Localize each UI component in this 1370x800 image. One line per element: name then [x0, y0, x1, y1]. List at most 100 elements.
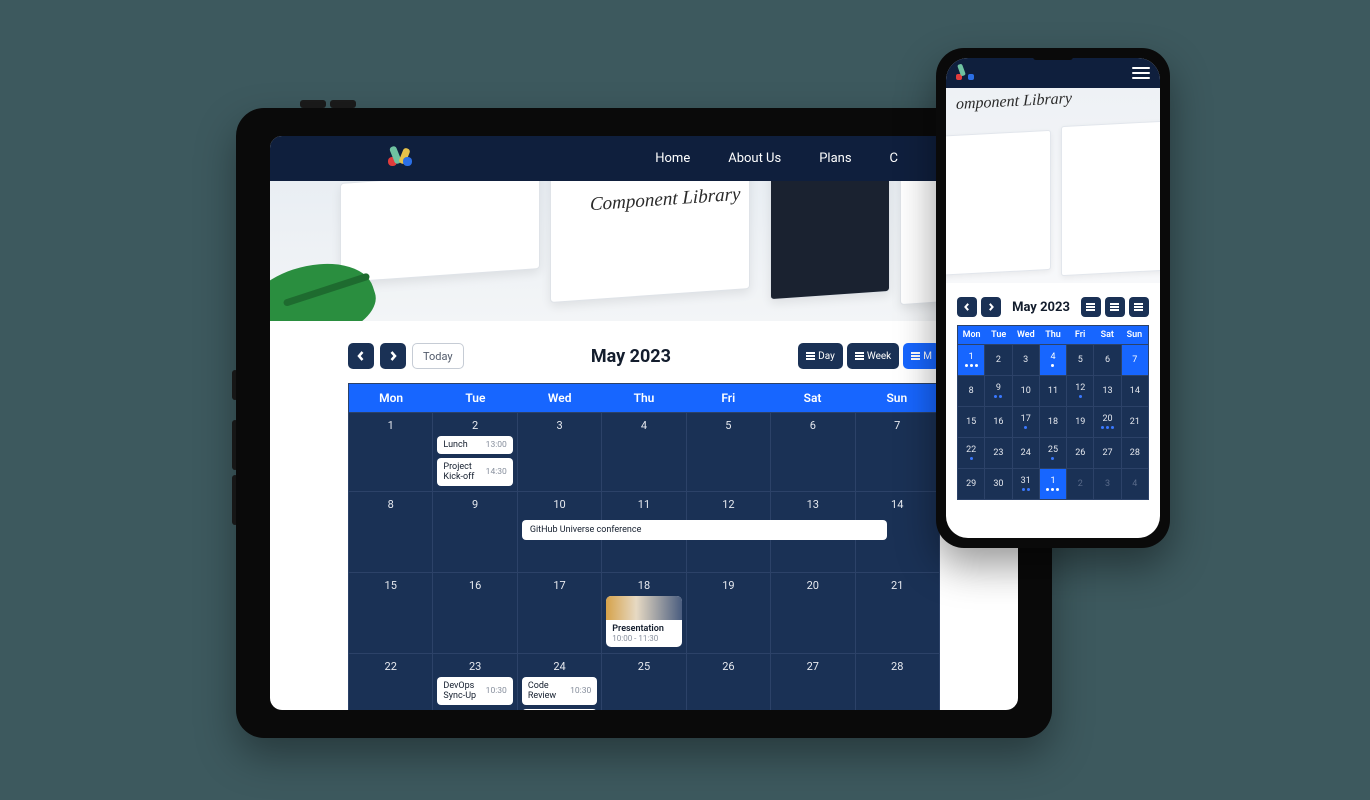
calendar-day[interactable]: 19	[687, 573, 771, 653]
nav-home[interactable]: Home	[655, 151, 690, 166]
day-number: 8	[969, 387, 974, 396]
calendar-day[interactable]: 29	[958, 469, 985, 499]
calendar-day[interactable]: 23	[985, 438, 1012, 468]
calendar-day[interactable]: 13	[1094, 376, 1121, 406]
calendar-day[interactable]: 27	[1094, 438, 1121, 468]
calendar-day[interactable]: 26	[687, 654, 771, 710]
phone-calendar: May 2023 MonTueWedThuFriSatSun 123456789…	[946, 283, 1160, 500]
calendar-day[interactable]: 21	[1122, 407, 1148, 437]
calendar-day[interactable]: 1	[1040, 469, 1067, 499]
calendar-day[interactable]: 31	[1013, 469, 1040, 499]
calendar-day[interactable]: 4	[1040, 345, 1067, 375]
calendar-day[interactable]: 8	[349, 492, 433, 572]
event-dots	[1051, 457, 1054, 460]
view-button[interactable]	[1105, 297, 1125, 317]
calendar-day[interactable]: 27	[771, 654, 855, 710]
calendar-day[interactable]: 1	[349, 413, 433, 491]
calendar-event[interactable]: Project Kick-off14:30	[437, 458, 512, 486]
calendar-day[interactable]: 30	[985, 469, 1012, 499]
calendar-day[interactable]: 16	[433, 573, 517, 653]
calendar-day[interactable]: 6	[1094, 345, 1121, 375]
calendar-day[interactable]: 6	[771, 413, 855, 491]
calendar-day[interactable]: 16	[985, 407, 1012, 437]
calendar-day[interactable]: 14	[1122, 376, 1148, 406]
phone-top-nav	[946, 58, 1160, 88]
calendar-event-span[interactable]: GitHub Universe conference	[522, 520, 887, 540]
day-number: 5	[691, 419, 766, 432]
calendar-day[interactable]: 19	[1067, 407, 1094, 437]
calendar-day[interactable]: 2	[1067, 469, 1094, 499]
calendar-day[interactable]: 2Lunch13:00Project Kick-off14:30	[433, 413, 517, 491]
calendar-day[interactable]: 9	[433, 492, 517, 572]
view-day-button[interactable]: Day	[798, 343, 843, 369]
calendar-day[interactable]: 20	[1094, 407, 1121, 437]
calendar-day[interactable]: 17	[1013, 407, 1040, 437]
calendar-day[interactable]: 5	[687, 413, 771, 491]
nav-about[interactable]: About Us	[728, 151, 781, 166]
calendar-day[interactable]: 3	[1094, 469, 1121, 499]
calendar-day[interactable]: 7	[1122, 345, 1148, 375]
calendar-day[interactable]: 1	[958, 345, 985, 375]
prev-month-button[interactable]	[348, 343, 374, 369]
day-number: 15	[353, 579, 428, 592]
day-number: 22	[353, 660, 428, 673]
dow-header: Thu	[1039, 326, 1066, 344]
calendar-day[interactable]: 18Presentation10:00 - 11:30	[602, 573, 686, 653]
list-icon	[806, 352, 815, 360]
calendar-day[interactable]: 7	[856, 413, 939, 491]
calendar-day[interactable]: 3	[518, 413, 602, 491]
calendar-day[interactable]: 26	[1067, 438, 1094, 468]
calendar-event[interactable]: Lunch13:00	[437, 436, 512, 454]
calendar-day[interactable]: 15	[349, 573, 433, 653]
calendar-day[interactable]: 23DevOps Sync-Up10:30	[433, 654, 517, 710]
day-number: 4	[1050, 353, 1055, 362]
calendar-event[interactable]: DevOps Sync-Up10:30	[437, 677, 512, 705]
calendar-day[interactable]: 11	[1040, 376, 1067, 406]
calendar-day[interactable]: 4	[602, 413, 686, 491]
view-button[interactable]	[1129, 297, 1149, 317]
day-number: 17	[1021, 415, 1031, 424]
next-month-button[interactable]	[380, 343, 406, 369]
prev-month-button[interactable]	[957, 297, 977, 317]
calendar-day[interactable]: 10GitHub Universe conference	[518, 492, 602, 572]
day-number: 31	[1021, 477, 1031, 486]
calendar-day[interactable]: 15	[958, 407, 985, 437]
calendar-day[interactable]: 12	[1067, 376, 1094, 406]
calendar-event[interactable]: Usability Testing16:45	[522, 709, 597, 710]
calendar-day[interactable]: 17	[518, 573, 602, 653]
phone-hero-banner: omponent Library	[946, 88, 1160, 283]
calendar-day[interactable]: 24Code Review10:30Usability Testing16:45	[518, 654, 602, 710]
calendar-event-card[interactable]: Presentation10:00 - 11:30	[606, 596, 681, 647]
calendar-day[interactable]: 4	[1122, 469, 1148, 499]
calendar-day[interactable]: 22	[958, 438, 985, 468]
nav-plans[interactable]: Plans	[819, 151, 851, 166]
calendar-day[interactable]: 8	[958, 376, 985, 406]
today-button[interactable]: Today	[412, 343, 464, 369]
calendar-day[interactable]: 22	[349, 654, 433, 710]
view-month-button[interactable]: M	[903, 343, 940, 369]
calendar-event[interactable]: Code Review10:30	[522, 677, 597, 705]
day-number: 23	[993, 449, 1003, 458]
calendar-day[interactable]: 5	[1067, 345, 1094, 375]
calendar-day[interactable]: 24	[1013, 438, 1040, 468]
view-week-button[interactable]: Week	[847, 343, 899, 369]
view-button[interactable]	[1081, 297, 1101, 317]
calendar-day[interactable]: 28	[1122, 438, 1148, 468]
day-number: 27	[1102, 449, 1112, 458]
next-month-button[interactable]	[981, 297, 1001, 317]
phone-screen: omponent Library May 2023 MonTueWedThuFr…	[946, 58, 1160, 538]
calendar-day[interactable]: 2	[985, 345, 1012, 375]
calendar-day[interactable]: 20	[771, 573, 855, 653]
nav-more[interactable]: C	[890, 151, 898, 166]
dow-header: Mon	[349, 384, 433, 412]
calendar-day[interactable]: 28	[856, 654, 939, 710]
calendar-day[interactable]: 18	[1040, 407, 1067, 437]
calendar-day[interactable]: 3	[1013, 345, 1040, 375]
calendar-day[interactable]: 10	[1013, 376, 1040, 406]
calendar-day[interactable]: 25	[1040, 438, 1067, 468]
calendar-day[interactable]: 21	[856, 573, 939, 653]
calendar-day[interactable]: 9	[985, 376, 1012, 406]
calendar-day[interactable]: 25	[602, 654, 686, 710]
hero-banner: Component Library	[270, 181, 1018, 321]
hamburger-menu-button[interactable]	[1132, 67, 1150, 79]
